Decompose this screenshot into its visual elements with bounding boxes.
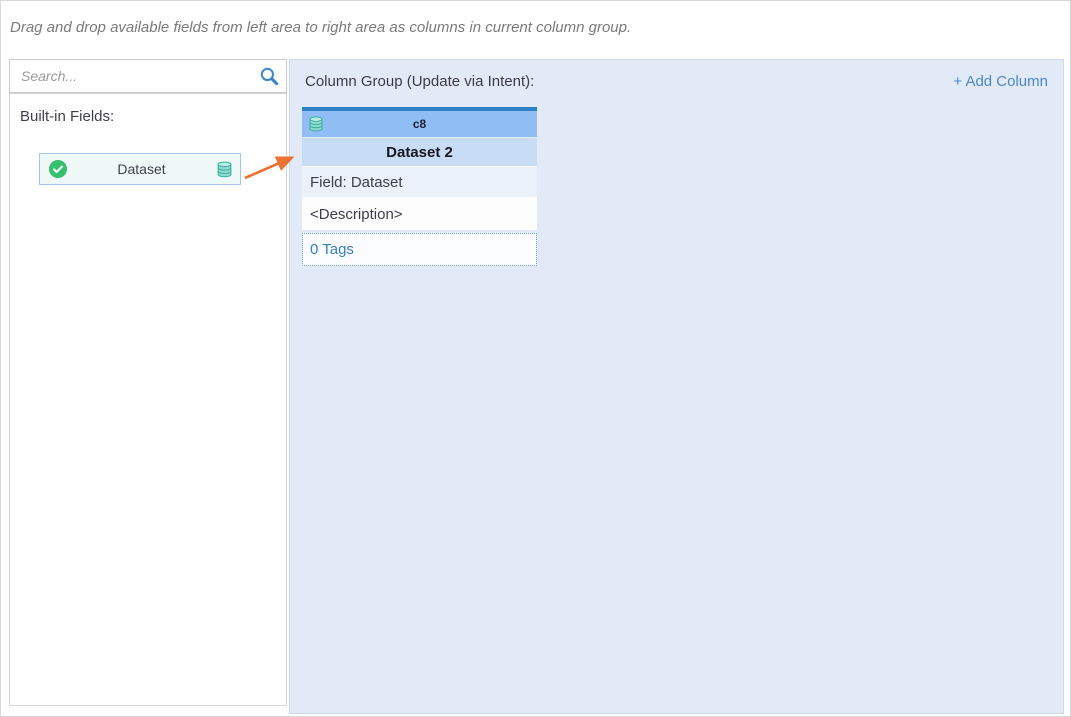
search-icon[interactable] <box>252 66 286 86</box>
card-title: Dataset 2 <box>302 138 537 167</box>
database-icon <box>216 161 233 178</box>
card-header: c8 <box>302 111 537 138</box>
field-item-label: Dataset <box>117 161 166 177</box>
database-icon <box>308 116 324 132</box>
search-box <box>9 59 287 93</box>
drag-drop-instruction: Drag and drop available fields from left… <box>10 19 632 36</box>
available-fields-panel: Built-in Fields: Dataset <box>9 93 287 706</box>
column-group-editor: Drag and drop available fields from left… <box>0 0 1071 717</box>
column-group-panel: Column Group (Update via Intent): + Add … <box>289 59 1064 714</box>
card-field-label: Field: Dataset <box>302 167 537 198</box>
built-in-fields-title: Built-in Fields: <box>20 108 115 125</box>
column-group-header: Column Group (Update via Intent): + Add … <box>290 60 1063 90</box>
search-input[interactable] <box>10 60 252 92</box>
column-group-title: Column Group (Update via Intent): <box>305 73 535 90</box>
card-code: c8 <box>412 117 427 131</box>
column-card-c8[interactable]: c8 Dataset 2 Field: Dataset <Description… <box>302 107 537 266</box>
check-circle-icon <box>49 160 67 178</box>
card-description[interactable]: <Description> <box>302 198 537 230</box>
field-item-dataset[interactable]: Dataset <box>39 153 241 185</box>
add-column-button[interactable]: + Add Column <box>953 73 1048 90</box>
card-tags[interactable]: 0 Tags <box>302 233 537 266</box>
